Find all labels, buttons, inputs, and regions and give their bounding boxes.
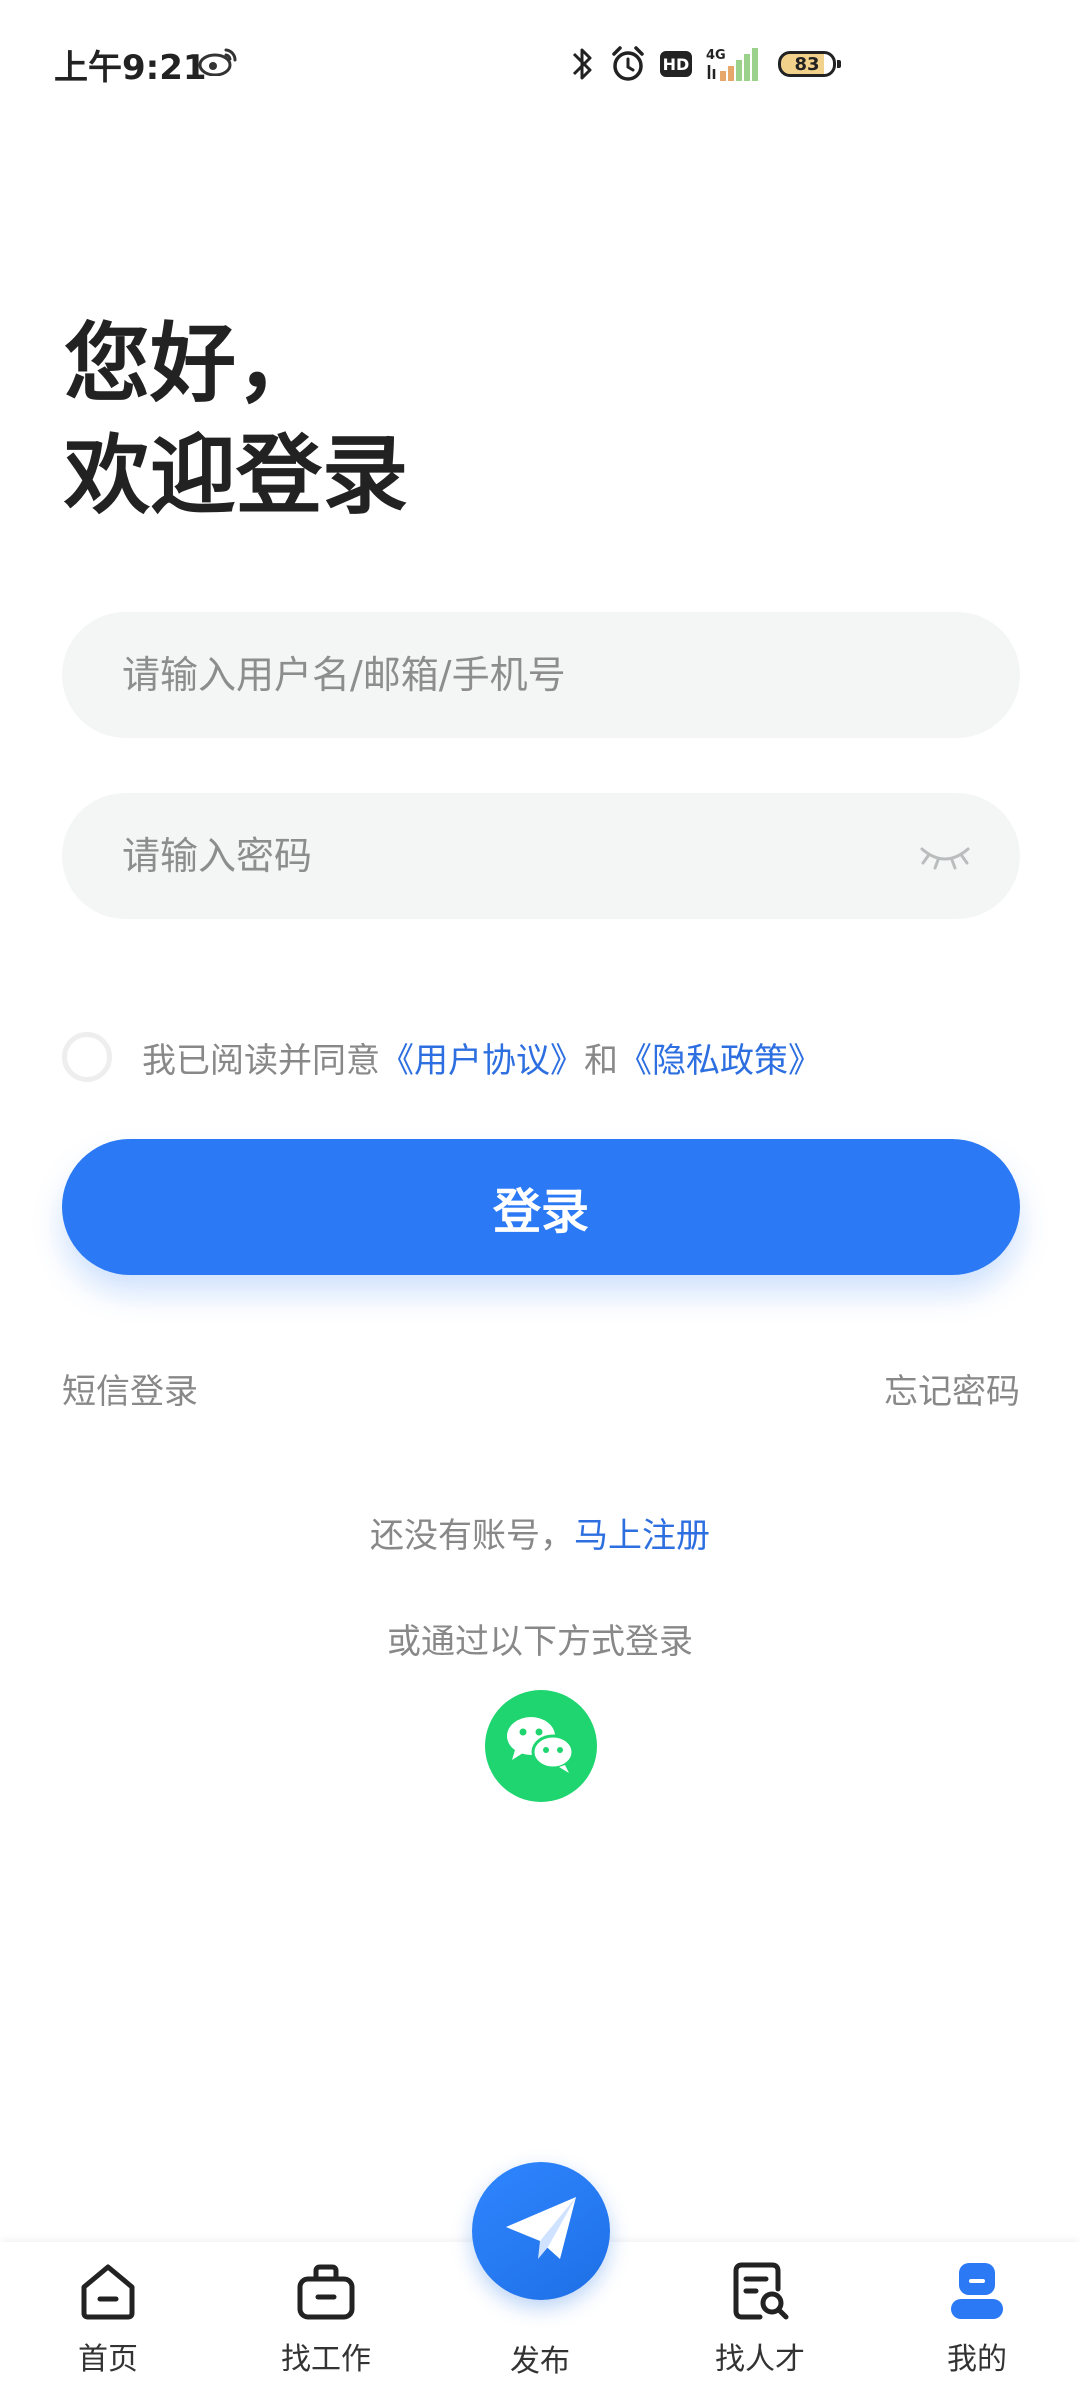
forgot-password-link[interactable]: 忘记密码: [884, 1364, 1020, 1413]
status-icons: HD 4G 83: [570, 40, 841, 88]
nav-label-find-job: 找工作: [281, 2342, 371, 2377]
nav-item-find-talent[interactable]: 找人才: [690, 2256, 830, 2388]
alarm-icon: [610, 45, 646, 83]
register-link[interactable]: 马上注册: [574, 1516, 710, 1556]
username-field[interactable]: [62, 612, 1020, 738]
user-agreement-link[interactable]: 《用户协议》: [380, 1033, 584, 1082]
publish-button[interactable]: [472, 2162, 610, 2300]
wechat-icon: [503, 1712, 579, 1780]
privacy-policy-link[interactable]: 《隐私政策》: [618, 1033, 822, 1082]
nav-label-profile: 我的: [947, 2342, 1007, 2377]
alt-login-text: 或通过以下方式登录: [387, 1622, 693, 1662]
profile-icon: [942, 2256, 1012, 2326]
register-row: 还没有账号，马上注册: [0, 1508, 1080, 1557]
wechat-login-button[interactable]: [485, 1690, 597, 1802]
battery-icon: 83: [778, 51, 841, 77]
nav-item-profile[interactable]: 我的: [907, 2256, 1047, 2388]
agreement-and: 和: [584, 1040, 618, 1081]
greeting-line-1: 您好，: [64, 314, 322, 414]
status-bar: 上午9:21 HD 4G 83: [0, 0, 1080, 130]
greeting: 您好， 欢迎登录: [64, 308, 408, 532]
bluetooth-icon: [570, 44, 596, 84]
network-type: 4G: [706, 48, 726, 63]
weibo-icon: [198, 46, 238, 77]
home-icon: [73, 2256, 143, 2326]
eye-closed-icon[interactable]: [918, 836, 972, 876]
username-input[interactable]: [120, 652, 972, 698]
hd-icon: HD: [660, 51, 692, 77]
paper-plane-icon: [502, 2193, 580, 2269]
resume-search-icon: [725, 2256, 795, 2326]
register-prompt: 还没有账号，: [370, 1516, 574, 1556]
sms-login-link[interactable]: 短信登录: [62, 1364, 198, 1413]
nav-label-home: 首页: [78, 2342, 138, 2377]
password-field[interactable]: [62, 793, 1020, 919]
signal-icon: 4G: [706, 45, 764, 83]
agreement-prefix: 我已阅读并同意: [142, 1040, 380, 1081]
nav-label-publish: 发布: [510, 2344, 570, 2379]
agreement-row: 我已阅读并同意 《用户协议》 和 《隐私政策》: [62, 1028, 822, 1086]
nav-item-home[interactable]: 首页: [38, 2256, 178, 2388]
password-input[interactable]: [120, 833, 918, 879]
login-button[interactable]: 登录: [62, 1139, 1020, 1275]
agreement-checkbox[interactable]: [62, 1032, 112, 1082]
briefcase-icon: [291, 2256, 361, 2326]
nav-item-find-job[interactable]: 找工作: [256, 2256, 396, 2388]
status-time: 上午9:21: [54, 48, 207, 88]
greeting-line-2: 欢迎登录: [64, 426, 408, 526]
nav-label-find-talent: 找人才: [715, 2342, 805, 2377]
